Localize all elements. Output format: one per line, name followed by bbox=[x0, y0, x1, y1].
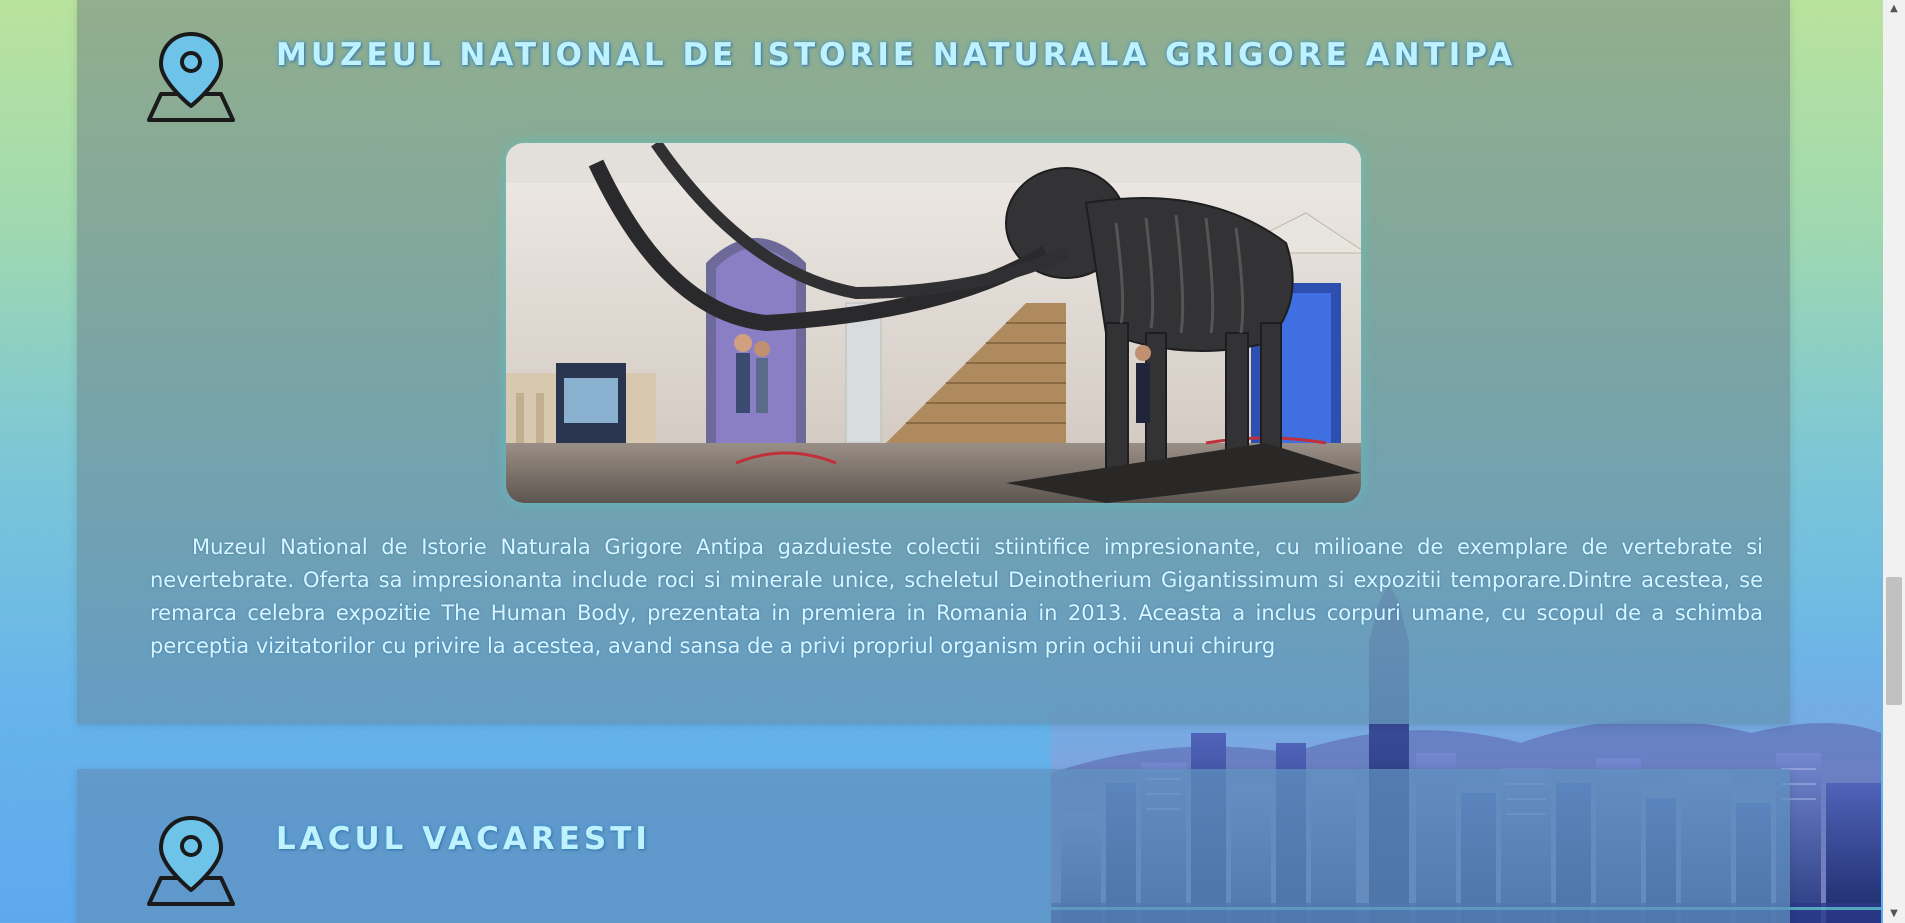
map-pin-icon bbox=[147, 32, 235, 122]
scroll-thumb[interactable] bbox=[1886, 577, 1902, 705]
attraction-title: MUZEUL NATIONAL DE ISTORIE NATURALA GRIG… bbox=[276, 37, 1517, 73]
vertical-scrollbar[interactable]: ▲ ▼ bbox=[1883, 0, 1905, 923]
map-pin-icon bbox=[147, 816, 235, 906]
scroll-up-arrow-icon[interactable]: ▲ bbox=[1883, 0, 1905, 18]
attraction-description: Muzeul National de Istorie Naturala Grig… bbox=[150, 535, 1763, 658]
attraction-title: LACUL VACARESTI bbox=[276, 821, 651, 857]
scroll-down-arrow-icon[interactable]: ▼ bbox=[1883, 905, 1905, 923]
attraction-card-museum: MUZEUL NATIONAL DE ISTORIE NATURALA GRIG… bbox=[77, 0, 1790, 724]
museum-photo bbox=[506, 143, 1361, 503]
attraction-card-lake: LACUL VACARESTI bbox=[77, 769, 1790, 923]
